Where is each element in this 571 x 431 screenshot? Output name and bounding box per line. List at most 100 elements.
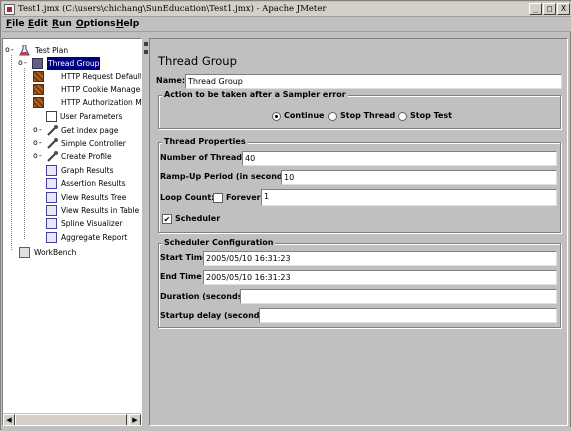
config-element-icon	[33, 97, 44, 108]
pipette-icon	[47, 125, 58, 136]
listener-icon	[46, 192, 57, 203]
tree-node-aggregate-report[interactable]: Aggregate Report	[33, 231, 141, 244]
expand-handle[interactable]: o-	[33, 152, 43, 161]
test-plan-tree: o- Test Plan o- Thread Group HTTP Reques…	[2, 38, 142, 426]
splitter-grip-icon	[144, 50, 148, 54]
tree-node-label: User Parameters	[60, 112, 123, 121]
tree-connector	[24, 68, 25, 239]
expand-handle[interactable]: o-	[33, 126, 43, 135]
tree-node-assertion-results[interactable]: Assertion Results	[33, 177, 141, 190]
scheduler-label[interactable]: Scheduler	[175, 212, 220, 226]
window-title: Test1.jmx (C:\users\chichang\SunEducatio…	[18, 4, 327, 14]
continue-radio-label[interactable]: Continue	[284, 109, 324, 123]
maximize-button[interactable]: □	[543, 3, 556, 15]
pipette-icon	[47, 138, 58, 149]
error-action-group-title: Action to be taken after a Sampler error	[162, 90, 348, 100]
listener-icon	[46, 218, 57, 229]
forever-checkbox[interactable]	[213, 193, 223, 203]
scroll-left-button[interactable]: ◀	[3, 414, 15, 425]
config-element-icon	[33, 71, 44, 82]
listener-icon	[46, 178, 57, 189]
listener-icon	[46, 232, 57, 243]
thread-properties-group-title: Thread Properties	[162, 137, 248, 147]
tree-node-create-profile[interactable]: o- Create Profile	[33, 150, 141, 163]
tree-node-label: HTTP Cookie Manager	[61, 85, 142, 94]
menu-file[interactable]: File	[6, 18, 24, 31]
collapse-handle[interactable]: o-	[5, 46, 15, 55]
continue-radio[interactable]	[272, 112, 281, 121]
flask-icon	[19, 44, 30, 56]
thread-group-panel: Thread Group Name: Thread Group Action t…	[149, 38, 568, 426]
tree-connector	[11, 55, 12, 250]
stop-test-radio-label[interactable]: Stop Test	[410, 109, 452, 123]
tree-node-test-plan[interactable]: o- Test Plan	[5, 44, 135, 57]
tree-node-get-index-page[interactable]: o- Get index page	[33, 124, 141, 137]
splitter-grip-icon	[144, 42, 148, 46]
tree-node-label: Aggregate Report	[61, 233, 128, 242]
tree-node-label: Assertion Results	[61, 179, 126, 188]
tree-node-view-results-tree[interactable]: View Results Tree	[33, 191, 141, 204]
stop-thread-radio-label[interactable]: Stop Thread	[340, 109, 395, 123]
threads-label: Number of Threads:	[160, 153, 250, 162]
end-time-input[interactable]: 2005/05/10 16:31:23	[203, 270, 557, 285]
tree-horizontal-scrollbar[interactable]: ◀ ▶	[3, 413, 141, 425]
tree-node-label: HTTP Authorization Manager	[61, 98, 142, 107]
loop-count-label: Loop Count:	[160, 193, 215, 202]
tree-node-label: Get index page	[61, 126, 119, 135]
tree-node-user-parameters[interactable]: User Parameters	[33, 110, 141, 123]
threads-input[interactable]: 40	[242, 151, 557, 166]
minimize-button[interactable]: _	[529, 3, 542, 15]
menu-edit[interactable]: Edit	[28, 18, 48, 31]
tree-node-label: HTTP Request Defaults	[61, 72, 142, 81]
tree-node-workbench[interactable]: WorkBench	[19, 246, 129, 259]
tree-node-label: Simple Controller	[61, 139, 126, 148]
workbench-icon	[19, 247, 30, 258]
menu-bar: File Edit Run Options Help	[2, 17, 571, 32]
menu-run[interactable]: Run	[52, 18, 72, 31]
tree-node-label: Test Plan	[35, 46, 69, 55]
tree-node-graph-results[interactable]: Graph Results	[33, 164, 141, 177]
startup-delay-input[interactable]	[259, 308, 557, 323]
pipette-icon	[47, 151, 58, 162]
scroll-thumb[interactable]	[15, 414, 127, 425]
tree-node-spline-visualizer[interactable]: Spline Visualizer	[33, 217, 141, 230]
document-icon	[46, 111, 57, 122]
startup-delay-label: Startup delay (seconds)	[160, 311, 268, 320]
menu-help[interactable]: Help	[116, 18, 139, 31]
stop-test-radio[interactable]	[398, 112, 407, 121]
status-strip	[2, 427, 571, 431]
tree-node-http-authorization-manager[interactable]: HTTP Authorization Manager	[33, 96, 142, 109]
name-label: Name:	[156, 76, 186, 85]
start-time-input[interactable]: 2005/05/10 16:31:23	[203, 251, 557, 266]
name-input[interactable]: Thread Group	[185, 74, 562, 89]
expand-handle[interactable]: o-	[33, 139, 43, 148]
tree-node-thread-group[interactable]: o- Thread Group	[18, 57, 138, 70]
jmeter-window: Test1.jmx (C:\users\chichang\SunEducatio…	[0, 0, 571, 431]
loop-count-input[interactable]: 1	[261, 189, 557, 206]
tree-node-http-request-defaults[interactable]: HTTP Request Defaults	[33, 70, 142, 83]
end-time-label: End Time	[160, 272, 202, 281]
menu-options[interactable]: Options	[76, 18, 115, 31]
forever-label[interactable]: Forever	[226, 191, 261, 205]
scroll-right-button[interactable]: ▶	[129, 414, 141, 425]
rampup-label: Ramp-Up Period (in seconds):	[160, 172, 295, 181]
tree-node-label: View Results Tree	[61, 193, 127, 202]
tree-node-view-results-in-table[interactable]: View Results in Table	[33, 204, 141, 217]
scheduler-configuration-group-title: Scheduler Configuration	[162, 238, 276, 248]
rampup-input[interactable]: 10	[281, 170, 557, 185]
tree-node-label: Spline Visualizer	[61, 219, 123, 228]
duration-input[interactable]	[240, 289, 557, 304]
collapse-handle[interactable]: o-	[18, 59, 28, 68]
listener-icon	[46, 205, 57, 216]
scheduler-checkbox[interactable]: ✔	[162, 214, 172, 224]
tree-node-label: Create Profile	[61, 152, 112, 161]
start-time-label: Start Time	[160, 253, 208, 262]
stop-thread-radio[interactable]	[328, 112, 337, 121]
tree-node-simple-controller[interactable]: o- Simple Controller	[33, 137, 141, 150]
close-button[interactable]: X	[557, 3, 570, 15]
tree-node-label: WorkBench	[34, 248, 77, 257]
tree-node-http-cookie-manager[interactable]: HTTP Cookie Manager	[33, 83, 142, 96]
tree-node-label: Graph Results	[61, 166, 114, 175]
tree-node-label: View Results in Table	[61, 206, 140, 215]
thread-group-icon	[32, 58, 43, 69]
